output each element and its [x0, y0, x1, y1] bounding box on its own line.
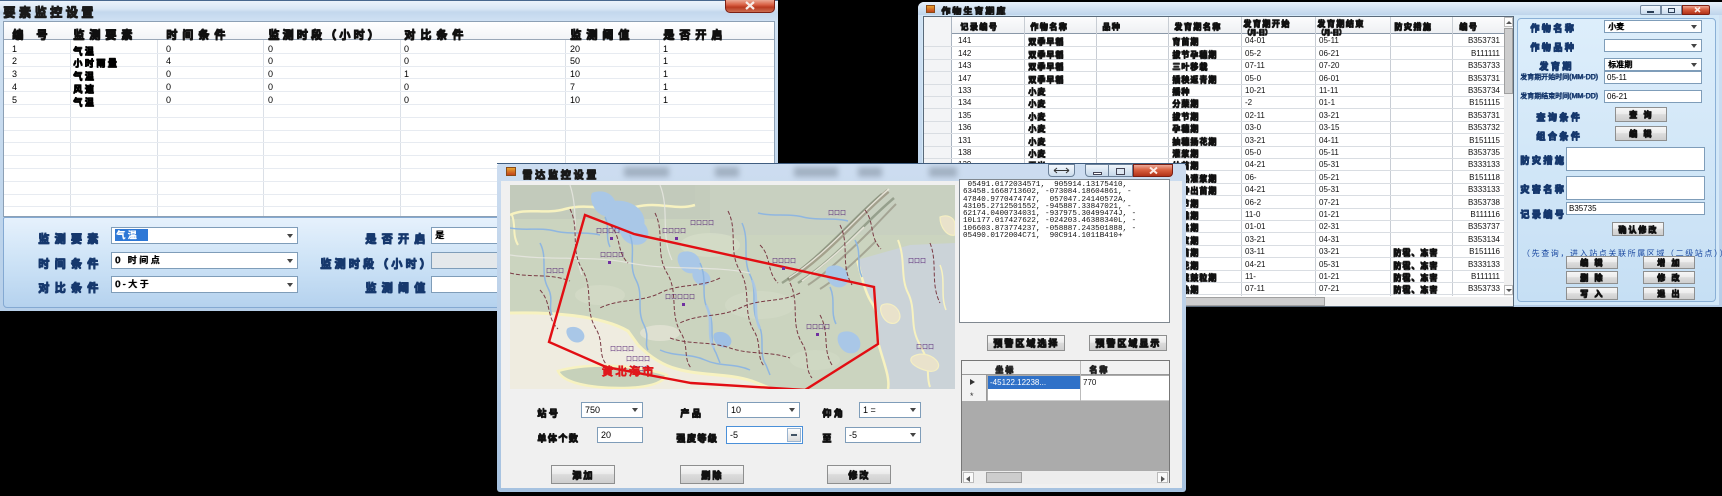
svg-text:黄北海市: 黄北海市	[602, 364, 656, 378]
svg-text:口口口口: 口口口口	[806, 324, 830, 331]
svg-text:口口口口: 口口口口	[690, 220, 714, 227]
svg-text:口口口口: 口口口口	[600, 252, 624, 259]
svg-text:口口口口: 口口口口	[610, 346, 634, 353]
svg-text:口口口: 口口口	[908, 258, 926, 265]
svg-text:口口口: 口口口	[546, 268, 564, 275]
svg-text:口口口口: 口口口口	[626, 356, 650, 363]
svg-text:口口口口: 口口口口	[662, 228, 686, 235]
svg-text:口口口口口: 口口口口口	[665, 294, 695, 301]
svg-text:口口口: 口口口	[828, 210, 846, 217]
svg-text:口口口口: 口口口口	[596, 228, 620, 235]
svg-text:口口口: 口口口	[916, 344, 934, 351]
svg-text:口口口口: 口口口口	[772, 258, 796, 265]
